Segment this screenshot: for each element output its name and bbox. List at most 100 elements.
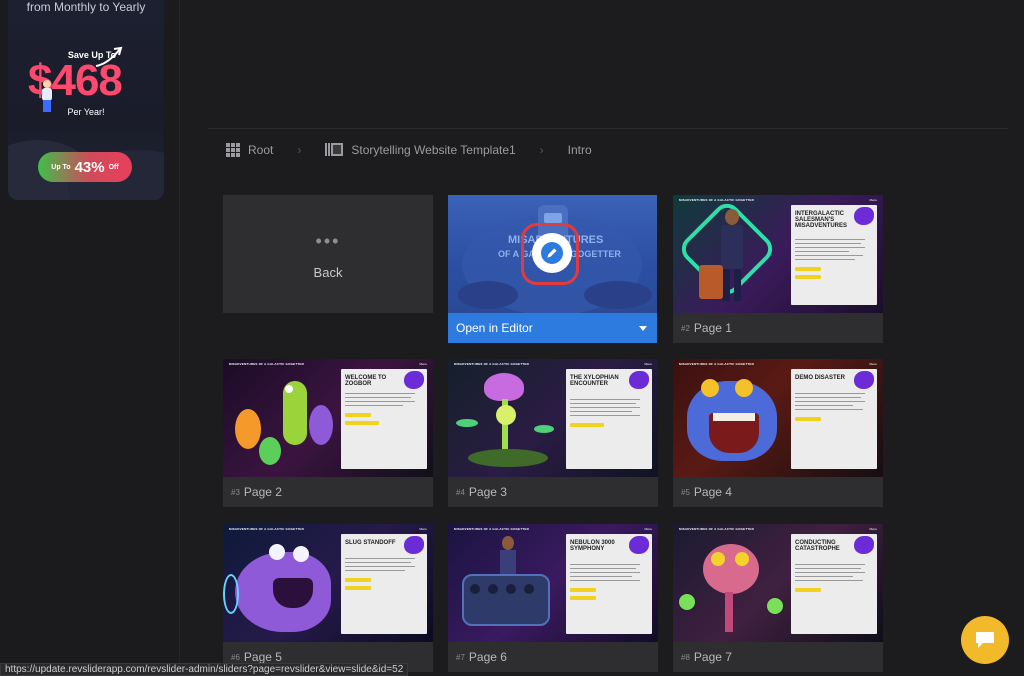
scene-image (223, 359, 341, 477)
breadcrumb-root[interactable]: Root (226, 142, 274, 157)
slide-label: Page 4 (693, 485, 732, 499)
slide-text-panel: Slug Standoff (341, 534, 427, 634)
decor-blob (854, 207, 874, 225)
slide-label-bar[interactable]: #2 Page 1 (673, 313, 883, 343)
slide-label-bar[interactable]: #7 Page 6 (448, 642, 658, 672)
slide-number: #6 (231, 652, 240, 662)
decor-blob (629, 536, 649, 554)
left-sidebar: from Monthly to Yearly Save Up To $468 P… (0, 0, 180, 676)
slide-thumbnail[interactable]: MISADVENTURES OF A GALACTIC GOGETTER Men… (223, 359, 433, 477)
slide-card[interactable]: MISADVENTURES OF A GALACTIC GOGETTER Men… (223, 359, 433, 507)
upgrade-promo-banner[interactable]: from Monthly to Yearly Save Up To $468 P… (8, 0, 164, 200)
slide-menu-text: Menu (419, 527, 427, 531)
slide-menu-text: Menu (644, 362, 652, 366)
slide-card[interactable]: MISADVENTURES OF A GALACTIC GOGETTER Men… (673, 524, 883, 672)
chevron-right-icon: › (297, 142, 302, 157)
decor-blob (854, 371, 874, 389)
film-icon (325, 143, 344, 156)
slide-card[interactable]: MISADVENTURES OF A GALACTIC GOGETTER Men… (448, 524, 658, 672)
slide-title: Slug Standoff (345, 540, 396, 546)
scene-image (448, 359, 566, 477)
slide-menu-text: Menu (869, 527, 877, 531)
scene-image (448, 524, 566, 642)
page: from Monthly to Yearly Save Up To $468 P… (0, 0, 1024, 676)
slide-menu-text: Menu (419, 362, 427, 366)
edit-button[interactable] (532, 233, 572, 273)
slide-thumbnail[interactable]: MISADVENTURES OF A GALACTIC GOGETTER Men… (448, 524, 658, 642)
back-label: Back (313, 265, 343, 280)
breadcrumb-current-label: Intro (567, 142, 592, 157)
slide-thumbnail[interactable]: MISADVENTURES OF A GALACTIC GOGETTER Men… (673, 195, 883, 313)
intro-slide-thumbnail[interactable]: MISADVENTURES OF A GALACTIC GOGETTER (448, 195, 657, 313)
intro-slide-card[interactable]: MISADVENTURES OF A GALACTIC GOGETTER Ope… (448, 195, 657, 343)
slide-number: #8 (681, 652, 690, 662)
slide-number: #5 (681, 487, 690, 497)
open-in-editor-button[interactable]: Open in Editor (448, 313, 657, 343)
badge-percent: 43% (74, 158, 105, 176)
slide-text-panel: Intergalactic Salesman's Misadventures (791, 205, 877, 305)
slide-thumbnail[interactable]: MISADVENTURES OF A GALACTIC GOGETTER Men… (223, 524, 433, 642)
slide-number: #2 (681, 323, 690, 333)
scene-image (223, 524, 341, 642)
breadcrumb-current[interactable]: Intro (568, 143, 592, 157)
slide-label-bar[interactable]: #3 Page 2 (223, 477, 433, 507)
slide-label-bar[interactable]: #5 Page 4 (673, 477, 883, 507)
scene-image (673, 524, 791, 642)
slide-title: Intergalactic Salesman's Misadventures (795, 211, 848, 229)
back-card[interactable]: ••• Back (223, 195, 433, 313)
slide-title: The Xylophian Encounter (570, 375, 619, 387)
slide-text-panel: The Xylophian Encounter (566, 369, 652, 469)
chat-icon (976, 632, 994, 648)
slide-label: Page 1 (693, 321, 732, 335)
slide-card[interactable]: MISADVENTURES OF A GALACTIC GOGETTER Men… (673, 359, 883, 507)
slide-thumbnail[interactable]: MISADVENTURES OF A GALACTIC GOGETTER Men… (448, 359, 658, 477)
slide-menu-text: Menu (644, 527, 652, 531)
slide-title: Welcome to Zogbor (345, 375, 387, 387)
pencil-icon (541, 242, 563, 264)
slide-card[interactable]: MISADVENTURES OF A GALACTIC GOGETTER Men… (448, 359, 658, 507)
scene-image (673, 195, 791, 313)
breadcrumb-root-label: Root (248, 142, 274, 157)
breadcrumb-template[interactable]: Storytelling Website Template1 (325, 142, 516, 157)
breadcrumb: Root › Storytelling Website Template1 › … (208, 128, 1008, 170)
slide-text-panel: Demo Disaster (791, 369, 877, 469)
chevron-right-icon: › (539, 142, 544, 157)
badge-up-to: Up To (51, 163, 71, 171)
scene-image (673, 359, 791, 477)
decor-blob (854, 536, 874, 554)
slide-title: Nebulon 3000 Symphony (570, 540, 615, 552)
promo-discount-badge[interactable]: Up To 43% Off (38, 152, 132, 182)
slide-card[interactable]: MISADVENTURES OF A GALACTIC GOGETTER Men… (673, 195, 883, 343)
caret-down-icon[interactable] (639, 325, 647, 331)
slide-title: Demo Disaster (795, 375, 846, 381)
slide-title: Conducting Catastrophe (795, 540, 840, 552)
slide-thumbnail[interactable]: MISADVENTURES OF A GALACTIC GOGETTER Men… (673, 359, 883, 477)
slide-label: Page 6 (468, 650, 507, 664)
slide-number: #7 (456, 652, 465, 662)
slide-text-panel: Welcome to Zogbor (341, 369, 427, 469)
slide-menu-text: Menu (869, 362, 877, 366)
promo-per-year: Per Year! (67, 107, 105, 117)
slide-menu-text: Menu (869, 198, 877, 202)
slide-label: Page 5 (243, 650, 282, 664)
slide-thumbnail[interactable]: MISADVENTURES OF A GALACTIC GOGETTER Men… (673, 524, 883, 642)
slide-number: #3 (231, 487, 240, 497)
decor-blob (629, 371, 649, 389)
grid-icon (226, 142, 240, 157)
decor-blob (404, 371, 424, 389)
more-dots-icon: ••• (315, 231, 341, 251)
slide-label-bar[interactable]: #4 Page 3 (448, 477, 658, 507)
badge-off: Off (108, 163, 119, 171)
slide-label-bar[interactable]: #8 Page 7 (673, 642, 883, 672)
open-in-editor-label: Open in Editor (456, 321, 533, 335)
slide-label: Page 7 (693, 650, 732, 664)
status-bar-url: https://update.revsliderapp.com/revslide… (0, 663, 409, 676)
slide-label: Page 3 (468, 485, 507, 499)
slide-card[interactable]: MISADVENTURES OF A GALACTIC GOGETTER Men… (223, 524, 433, 672)
promo-subtitle: from Monthly to Yearly (26, 0, 146, 14)
breadcrumb-template-label: Storytelling Website Template1 (351, 142, 516, 157)
slide-text-panel: Nebulon 3000 Symphony (566, 534, 652, 634)
slide-label: Page 2 (243, 485, 282, 499)
decor-blob (404, 536, 424, 554)
chat-button[interactable] (961, 616, 1009, 664)
